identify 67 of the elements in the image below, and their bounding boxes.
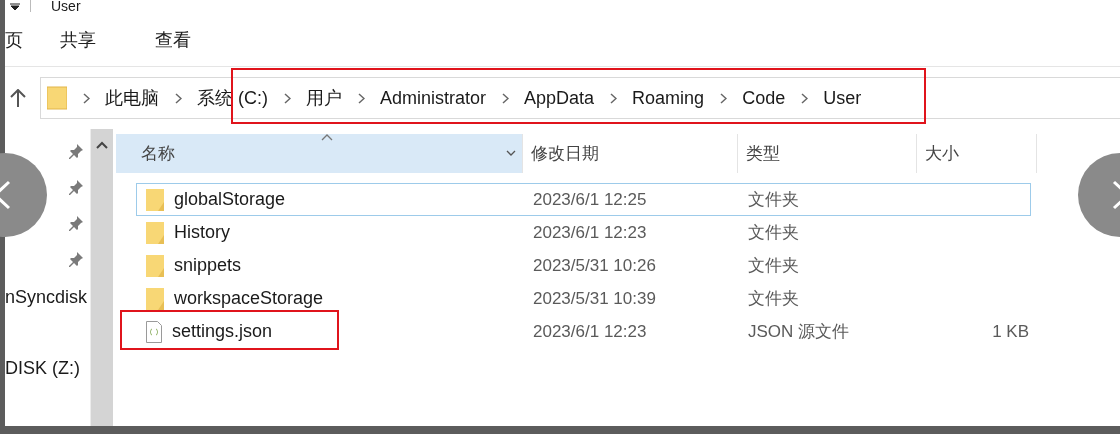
breadcrumb-item[interactable]: Code xyxy=(742,87,786,109)
file-row[interactable]: globalStorage 2023/6/1 12:25 文件夹 xyxy=(136,183,1031,216)
chevron-right-icon xyxy=(801,92,809,104)
file-row[interactable]: workspaceStorage 2023/5/31 10:39 文件夹 xyxy=(136,282,1031,315)
file-row[interactable]: settings.json 2023/6/1 12:23 JSON 源文件 1 KB xyxy=(136,315,1031,348)
ribbon-tab[interactable]: 查看 xyxy=(118,28,213,52)
up-arrow-icon[interactable] xyxy=(10,89,26,107)
file-type: 文件夹 xyxy=(747,288,800,310)
file-row[interactable]: snippets 2023/5/31 10:26 文件夹 xyxy=(136,249,1031,282)
modified-date: 2023/6/1 12:25 xyxy=(532,189,648,210)
breadcrumb-item[interactable]: User xyxy=(823,87,862,109)
chevron-right-icon xyxy=(610,92,618,104)
column-header[interactable]: 类型 xyxy=(738,134,917,173)
chevron-right-icon xyxy=(720,92,728,104)
modified-date: 2023/6/1 12:23 xyxy=(532,222,648,243)
ribbon-tab[interactable]: 页 xyxy=(5,28,23,52)
breadcrumb-item[interactable]: AppData xyxy=(524,87,595,109)
breadcrumb-item[interactable]: Administrator xyxy=(380,87,487,109)
folder-icon xyxy=(146,286,164,311)
file-name[interactable]: workspaceStorage xyxy=(174,288,324,309)
window-title: User xyxy=(51,0,81,12)
ribbon-tab[interactable]: 共享 xyxy=(23,28,118,52)
breadcrumb-item[interactable]: 系统 (C:) xyxy=(197,86,268,110)
file-type: 文件夹 xyxy=(747,255,800,277)
file-icon xyxy=(146,320,162,343)
breadcrumb-item[interactable]: 此电脑 xyxy=(105,86,159,110)
column-header[interactable]: 修改日期 xyxy=(523,134,738,173)
modified-date: 2023/6/1 12:23 xyxy=(532,321,648,342)
chevron-right-icon xyxy=(358,92,365,104)
file-type: 文件夹 xyxy=(747,222,800,244)
file-name[interactable]: globalStorage xyxy=(174,189,286,210)
dropdown-icon[interactable] xyxy=(10,2,20,10)
file-row[interactable]: History 2023/6/1 12:23 文件夹 xyxy=(136,216,1031,249)
nav-item[interactable]: DISK (Z:) xyxy=(5,358,80,379)
file-name[interactable]: History xyxy=(174,222,230,243)
column-label: 修改日期 xyxy=(531,143,599,165)
sort-up-icon xyxy=(321,134,333,141)
chevron-right-icon xyxy=(502,92,510,104)
column-label: 大小 xyxy=(925,143,959,165)
folder-icon xyxy=(146,187,164,212)
pin-icon xyxy=(68,215,84,231)
dropdown-icon[interactable] xyxy=(506,150,516,156)
column-header[interactable]: 名称 xyxy=(116,134,523,173)
scroll-up-icon[interactable] xyxy=(96,141,108,149)
column-label: 名称 xyxy=(141,143,175,165)
breadcrumb-item[interactable]: Roaming xyxy=(632,87,705,109)
modified-date: 2023/5/31 10:39 xyxy=(532,288,657,309)
breadcrumb-item[interactable]: 用户 xyxy=(306,86,342,110)
chevron-right-icon xyxy=(284,92,291,104)
pin-icon xyxy=(68,143,84,159)
folder-icon xyxy=(146,253,164,278)
file-name[interactable]: settings.json xyxy=(172,321,273,342)
column-header[interactable]: 大小 xyxy=(917,134,1037,173)
folder-icon xyxy=(47,86,67,110)
file-type: JSON 源文件 xyxy=(747,321,851,343)
pin-icon xyxy=(68,251,84,267)
pin-icon xyxy=(68,179,84,195)
modified-date: 2023/5/31 10:26 xyxy=(532,255,657,276)
file-size: 1 KB xyxy=(991,321,1029,342)
file-type: 文件夹 xyxy=(747,189,800,211)
file-name[interactable]: snippets xyxy=(174,255,242,276)
nav-item[interactable]: nSyncdisk xyxy=(5,287,88,308)
chevron-right-icon xyxy=(175,92,182,104)
scrollbar[interactable] xyxy=(90,129,113,426)
folder-icon xyxy=(146,220,164,245)
column-label: 类型 xyxy=(746,143,780,165)
chevron-right-icon xyxy=(83,92,90,104)
